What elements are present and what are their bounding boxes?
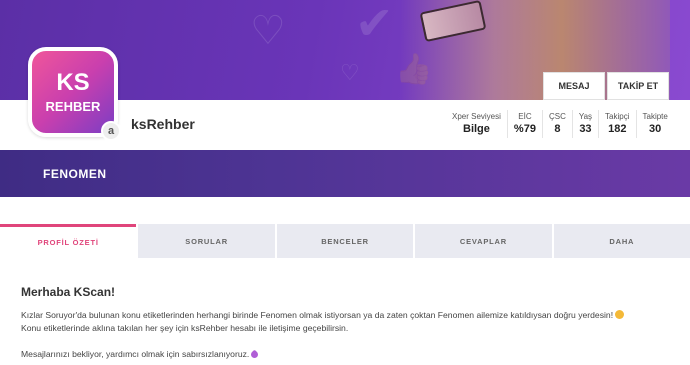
stat-xper-level: Xper Seviyesi Bilge	[446, 110, 507, 138]
profile-about: Merhaba KScan! Kızlar Soruyor'da bulunan…	[21, 285, 681, 361]
stat-age: Yaş 33	[571, 110, 598, 138]
category-label: FENOMEN	[43, 166, 107, 181]
stat-followers[interactable]: Takipçi 182	[598, 110, 635, 138]
about-line-3: Mesajlarınızı bekliyor, yardımcı olmak i…	[21, 348, 681, 361]
stat-value: 30	[649, 122, 662, 135]
stat-value: %79	[513, 122, 536, 135]
stat-label: Yaş	[578, 111, 593, 121]
stat-label: Takipte	[642, 111, 668, 121]
wink-emoji-icon	[615, 310, 625, 319]
category-bar: FENOMEN	[0, 150, 690, 197]
stat-label: EİC	[518, 111, 532, 121]
stat-following[interactable]: Takipte 30	[635, 110, 674, 138]
profile-stats: Xper Seviyesi Bilge EİC %79 ÇSC 8 Yaş 33…	[446, 110, 676, 138]
stat-value: 8	[554, 122, 561, 135]
username: ksRehber	[131, 116, 195, 132]
heart-icon-small: ♡	[340, 60, 360, 85]
tab-benceler[interactable]: BENCELER	[276, 224, 414, 258]
tab-answers[interactable]: CEVAPLAR	[415, 224, 552, 258]
about-heading: Merhaba KScan!	[21, 285, 116, 299]
stat-value: Bilge	[463, 122, 490, 135]
follow-button[interactable]: TAKİP ET	[607, 72, 669, 100]
stat-label: ÇSC	[548, 111, 566, 121]
stat-csc: ÇSC 8	[541, 110, 572, 138]
check-icon: ✔	[355, 0, 394, 49]
tab-more[interactable]: DAHA	[553, 224, 690, 258]
stat-label: Xper Seviyesi	[452, 111, 501, 121]
about-line-2: Konu etiketlerinde aklına takılan her şe…	[21, 323, 349, 333]
stat-value: 33	[579, 122, 592, 135]
stat-eic: EİC %79	[506, 110, 542, 138]
about-line-1: Kızlar Soruyor'da bulunan konu etiketler…	[21, 309, 681, 322]
message-button[interactable]: MESAJ	[543, 72, 605, 100]
profile-tabs: PROFİL ÖZETİ SORULAR BENCELER CEVAPLAR D…	[0, 224, 690, 258]
stat-label: Takipçi	[605, 111, 630, 121]
tab-questions[interactable]: SORULAR	[138, 224, 275, 258]
avatar-text-ks: KS	[56, 69, 90, 96]
avatar-text-rehber: REHBER	[45, 99, 101, 114]
purple-heart-emoji-icon	[249, 349, 260, 360]
heart-icon: ♡	[250, 9, 286, 53]
tab-profile-summary[interactable]: PROFİL ÖZETİ	[0, 224, 137, 258]
level-badge: a	[101, 121, 121, 141]
stat-value: 182	[608, 122, 627, 135]
